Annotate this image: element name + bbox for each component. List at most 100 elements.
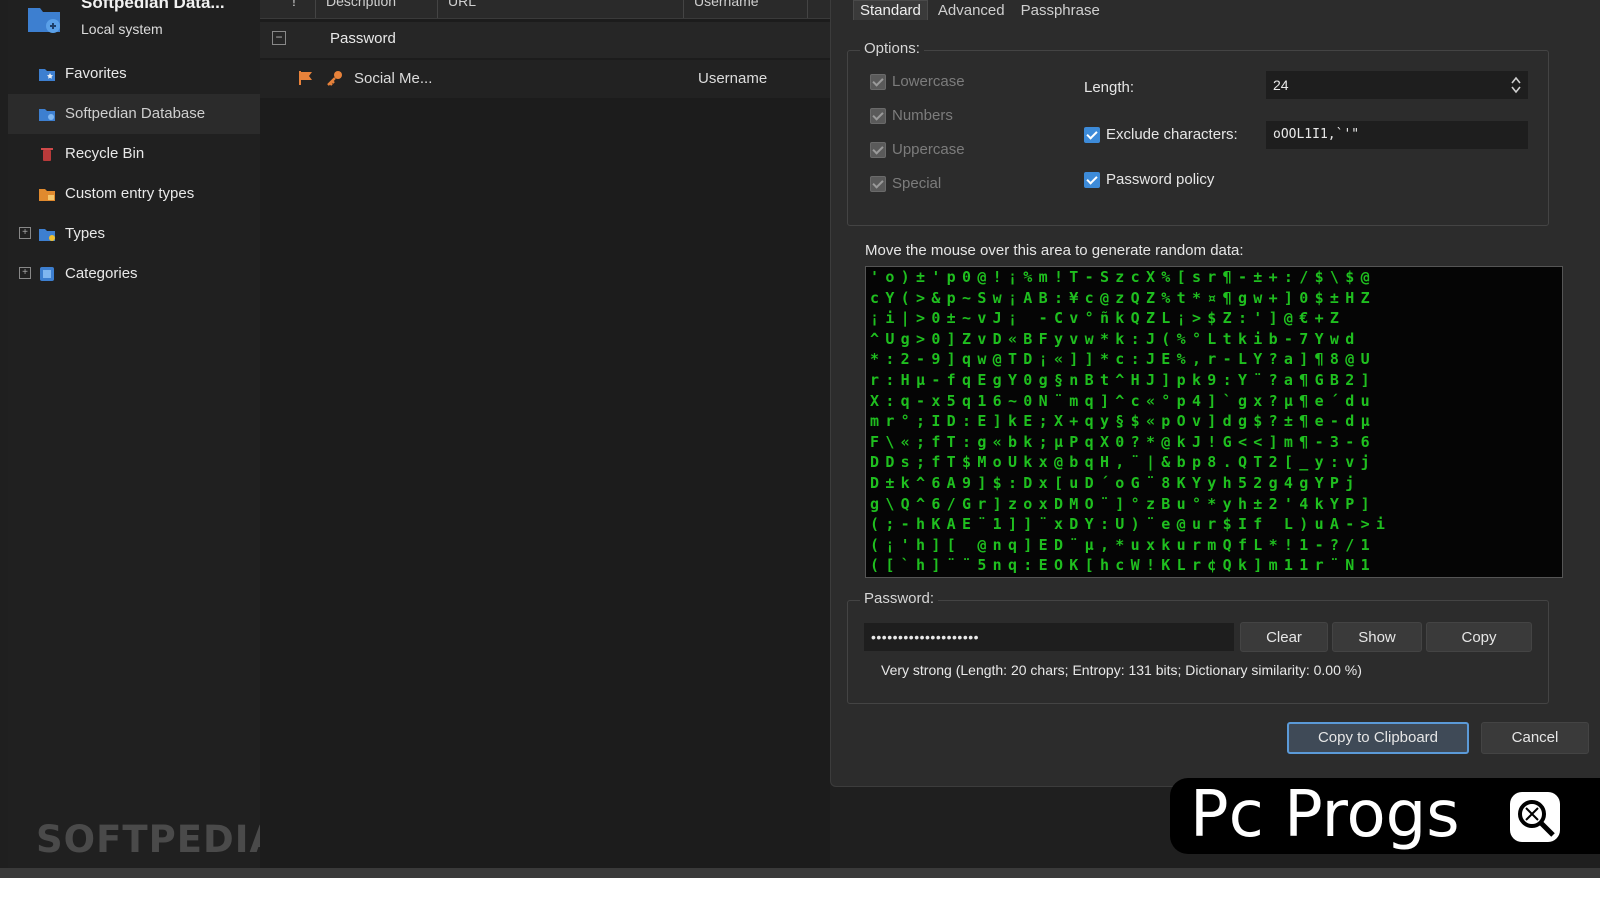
uppercase-checkbox[interactable]: Uppercase <box>870 141 965 158</box>
random-row: mr°;ID:E]kE;X+qy§$«pOv]dg$?±¶e-dµ <box>870 412 1376 431</box>
sidebar-item-types[interactable]: + Types <box>8 214 260 254</box>
random-row: 'o)±'p0@!¡%m!T-SzcX%[sr¶-±+:/$\$@ <box>870 268 1376 286</box>
expand-icon[interactable]: + <box>19 227 31 239</box>
key-icon <box>327 71 342 86</box>
exclude-characters-field[interactable]: oOOL1I1,`'" <box>1266 121 1528 149</box>
folder-database-icon <box>39 109 55 121</box>
folder-tag-icon <box>39 229 55 241</box>
random-data-area[interactable]: 'o)±'p0@!¡%m!T-SzcX%[sr¶-±+:/$\$@ cY(>&p~… <box>865 266 1563 578</box>
random-row: (¡'h][ @nq]ED¨µ,*uxkurmQfL*!1-?/1 <box>870 535 1376 554</box>
tab-standard[interactable]: Standard <box>853 0 928 20</box>
random-row: DDs;fT$MoUkx@bqH,¨|&bp8.QT2[_y:vj <box>870 453 1376 472</box>
tab-passphrase[interactable]: Passphrase <box>1015 1 1106 20</box>
entry-description: Social Me... <box>354 70 433 87</box>
database-header[interactable]: Softpedian Data... Local system <box>8 0 260 50</box>
random-row: *:2-9]qw@TD¡«]]*c:JE%,r-LY?a]¶8@U <box>870 350 1376 369</box>
pcprogs-watermark: Pc Progs <box>1170 778 1600 854</box>
cancel-button[interactable]: Cancel <box>1481 722 1589 754</box>
options-group: Options: Lowercase Numbers Uppercase Spe… <box>847 40 1549 226</box>
database-title: Softpedian Data... <box>81 0 225 12</box>
checkbox-label: Uppercase <box>892 141 965 158</box>
numbers-checkbox[interactable]: Numbers <box>870 107 953 124</box>
entry-username: Username <box>698 70 768 87</box>
password-generator-dialog: Standard Advanced Passphrase Options: Lowe… <box>830 0 1600 787</box>
flag-icon <box>299 71 312 85</box>
password-policy-checkbox[interactable]: Password policy <box>1084 171 1214 188</box>
tab-advanced[interactable]: Advanced <box>932 1 1011 20</box>
sidebar-item-label: Categories <box>65 265 138 282</box>
table-row[interactable]: Social Me... Username <box>260 60 830 98</box>
random-row: F\«;fT:g«bk;µPqX0?*@kJ!G<<]m¶-3-6 <box>870 432 1376 451</box>
checkbox-box <box>870 107 886 124</box>
softpedia-watermark: SOFTPEDIA <box>36 818 280 861</box>
options-legend: Options: <box>860 40 924 57</box>
random-row: D±k^6A9]$:Dx[uD´oG¨8KYyh52g4gYPj <box>870 473 1361 492</box>
checkbox-box <box>870 175 886 192</box>
sidebar-item-favorites[interactable]: Favorites <box>8 54 260 94</box>
list-header: ! Description URL Username <box>260 0 830 19</box>
checkbox-box <box>1084 171 1100 188</box>
column-flag[interactable]: ! <box>282 0 316 18</box>
password-field[interactable]: •••••••••••••••••••• <box>864 623 1234 651</box>
sidebar-item-softpedian-database[interactable]: Softpedian Database <box>8 94 260 134</box>
categories-icon <box>40 267 54 281</box>
length-value: 24 <box>1273 77 1289 93</box>
random-row: g\Q^6/Gr]zoxDMO¨]°zBu°*yh±2'4kYP] <box>870 494 1376 513</box>
length-stepper[interactable]: 24 <box>1266 71 1528 99</box>
checkbox-box <box>870 73 886 90</box>
random-row: ^Ug>0]ZvD«BFyvw*k:J(%°Ltkib-7Ywd <box>870 329 1361 348</box>
clear-button[interactable]: Clear <box>1240 622 1328 652</box>
random-area-label: Move the mouse over this area to generat… <box>865 242 1244 259</box>
sidebar-item-custom-entry-types[interactable]: Custom entry types <box>8 174 260 214</box>
show-button[interactable]: Show <box>1332 622 1422 652</box>
sidebar-item-label: Recycle Bin <box>65 145 145 162</box>
random-row: cY(>&p~Sw¡AB:¥c@zQZ%t*¤¶gw+]0$±HZ <box>870 288 1376 307</box>
lowercase-checkbox[interactable]: Lowercase <box>870 73 965 90</box>
sidebar-item-label: Softpedian Database <box>65 105 206 122</box>
database-folder-icon <box>28 8 60 33</box>
database-subtitle: Local system <box>81 21 163 37</box>
column-username[interactable]: Username <box>684 0 808 18</box>
entry-list: ! Description URL Username − Password So… <box>260 0 830 878</box>
column-description[interactable]: Description <box>316 0 438 18</box>
expand-icon[interactable]: + <box>19 267 31 279</box>
checkbox-label: Lowercase <box>892 73 965 90</box>
copy-to-clipboard-button[interactable]: Copy to Clipboard <box>1287 722 1469 754</box>
dialog-tabs: Standard Advanced Passphrase <box>853 0 1110 24</box>
checkbox-label: Numbers <box>892 107 953 124</box>
length-label: Length: <box>1084 79 1135 96</box>
sidebar-nav: Favorites Softpedian Database Recycle Bi… <box>8 54 260 294</box>
password-legend: Password: <box>860 590 939 607</box>
checkbox-label: Password policy <box>1106 171 1215 188</box>
folder-orange-icon <box>39 189 55 201</box>
recycle-bin-icon <box>41 148 53 161</box>
sidebar-item-label: Custom entry types <box>65 185 195 202</box>
group-label: Password <box>330 30 396 47</box>
checkbox-label: Special <box>892 175 942 192</box>
random-row: r:Hµ-fqEgY0g§nBt^HJ]pk9:Y¨?a¶GB2] <box>870 370 1376 389</box>
column-url[interactable]: URL <box>438 0 684 18</box>
exclude-characters-checkbox[interactable]: Exclude characters: <box>1084 126 1238 143</box>
app-window: Softpedian Data... Local system Favorite… <box>0 0 1600 878</box>
random-row: ¡i|>0±~vJ¡ -Cv°ñkQZL¡>$Z:']@€+Z <box>870 309 1361 328</box>
folder-star-icon <box>39 69 55 81</box>
status-bar <box>0 868 1600 878</box>
checkbox-box <box>1084 126 1100 143</box>
magnifier-icon <box>1510 792 1560 842</box>
group-row-password[interactable]: − Password <box>260 22 830 58</box>
random-row: X:q-x5q16~0N¨mq]^c«°p4]`gx?µ¶e´du <box>870 391 1376 410</box>
collapse-icon[interactable]: − <box>272 31 286 45</box>
checkbox-box <box>870 141 886 158</box>
password-group: Password: •••••••••••••••••••• Clear Sho… <box>847 590 1549 704</box>
copy-button[interactable]: Copy <box>1426 622 1532 652</box>
sidebar: Softpedian Data... Local system Favorite… <box>8 0 278 878</box>
sidebar-item-label: Favorites <box>65 65 127 82</box>
special-checkbox[interactable]: Special <box>870 175 941 192</box>
sidebar-item-categories[interactable]: + Categories <box>8 254 260 294</box>
checkbox-label: Exclude characters: <box>1106 126 1238 143</box>
sidebar-item-recycle-bin[interactable]: Recycle Bin <box>8 134 260 174</box>
brand-text: Pc Progs <box>1190 778 1460 852</box>
random-row: ([`h]¨¨5nq:EOK[hcW!KLr¢Qk]m11r¨N1 <box>870 556 1376 575</box>
password-strength-text: Very strong (Length: 20 chars; Entropy: … <box>881 662 1362 678</box>
spin-arrows-icon[interactable] <box>1511 75 1521 95</box>
